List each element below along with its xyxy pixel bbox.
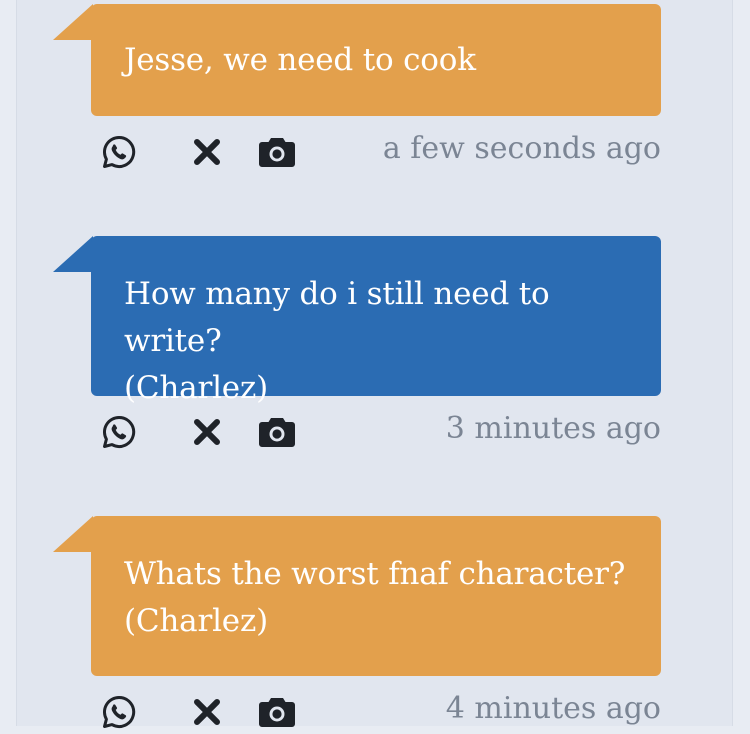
whatsapp-icon — [103, 415, 136, 448]
screenshot-button[interactable] — [257, 690, 297, 734]
whatsapp-share-button[interactable] — [99, 130, 139, 174]
whatsapp-share-button[interactable] — [99, 690, 139, 734]
bubble-tail — [53, 516, 93, 552]
message-bubble: Jesse, we need to cook — [91, 4, 661, 116]
screenshot-button[interactable] — [257, 410, 297, 454]
message-text-line: How many do i still need to write? — [124, 276, 550, 359]
message-feed: Jesse, we need to cook a few seconds ago… — [16, 0, 733, 728]
message-text-line: Jesse, we need to cook — [124, 42, 476, 78]
close-icon — [194, 139, 220, 165]
message-text-line: (Charlez) — [124, 370, 268, 406]
message-bubble: How many do i still need to write? (Char… — [91, 236, 661, 406]
message-actions: 3 minutes ago — [99, 410, 661, 454]
camera-icon — [259, 138, 295, 167]
screenshot-button[interactable] — [257, 130, 297, 174]
whatsapp-icon — [103, 135, 136, 168]
message-actions: 4 minutes ago — [99, 690, 661, 734]
message-timestamp: 4 minutes ago — [445, 691, 661, 726]
camera-icon — [259, 418, 295, 447]
bubble-tail — [53, 236, 93, 272]
close-icon — [194, 419, 220, 445]
whatsapp-icon — [103, 695, 136, 728]
message-timestamp: 3 minutes ago — [445, 411, 661, 446]
whatsapp-share-button[interactable] — [99, 410, 139, 454]
message-text-line: Whats the worst fnaf character? — [124, 556, 626, 592]
delete-button[interactable] — [187, 690, 227, 734]
close-icon — [194, 699, 220, 725]
camera-icon — [259, 698, 295, 727]
message-timestamp: a few seconds ago — [382, 131, 661, 166]
delete-button[interactable] — [187, 410, 227, 454]
message-text-line: (Charlez) — [124, 603, 268, 639]
bubble-tail — [53, 4, 93, 40]
delete-button[interactable] — [187, 130, 227, 174]
message-bubble: Whats the worst fnaf character? (Charlez… — [91, 516, 661, 676]
message-actions: a few seconds ago — [99, 130, 661, 174]
